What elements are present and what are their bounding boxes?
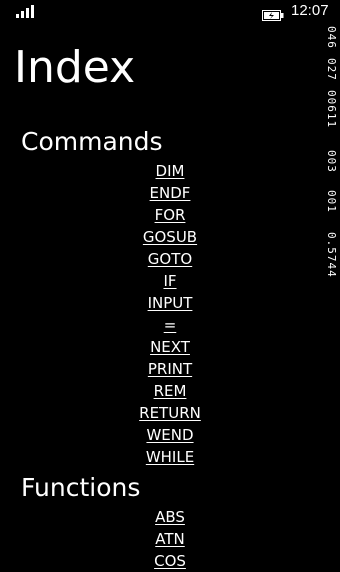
signal-strength-icon: [16, 5, 40, 18]
list-item: DIM: [0, 160, 340, 182]
list-item: WEND: [0, 424, 340, 446]
list-item: FOR: [0, 204, 340, 226]
link-if[interactable]: IF: [163, 272, 176, 290]
battery-charging-icon: [262, 6, 284, 21]
side-counter: 00611: [325, 90, 338, 129]
list-item: WHILE: [0, 446, 340, 468]
link-assign[interactable]: =: [164, 316, 177, 334]
link-cos[interactable]: COS: [154, 552, 186, 570]
list-item: GOTO: [0, 248, 340, 270]
link-rem[interactable]: REM: [154, 382, 187, 400]
list-item: GOSUB: [0, 226, 340, 248]
status-bar: 12:07: [0, 0, 340, 24]
link-goto[interactable]: GOTO: [148, 250, 192, 268]
link-abs[interactable]: ABS: [155, 508, 185, 526]
list-item: =: [0, 314, 340, 336]
side-counter: 046: [325, 26, 338, 49]
link-dim[interactable]: DIM: [156, 162, 185, 180]
link-gosub[interactable]: GOSUB: [143, 228, 197, 246]
list-item: INPUT: [0, 292, 340, 314]
link-while[interactable]: WHILE: [146, 448, 194, 466]
link-next[interactable]: NEXT: [150, 338, 190, 356]
list-item: NEXT: [0, 336, 340, 358]
section-header-functions: Functions: [21, 473, 141, 502]
link-print[interactable]: PRINT: [148, 360, 192, 378]
commands-list: DIM ENDF FOR GOSUB GOTO IF INPUT = NEXT …: [0, 160, 340, 468]
list-item: COS: [0, 550, 340, 572]
functions-list: ABS ATN COS: [0, 506, 340, 572]
link-input[interactable]: INPUT: [148, 294, 193, 312]
link-wend[interactable]: WEND: [146, 426, 193, 444]
side-counter: 027: [325, 58, 338, 81]
list-item: IF: [0, 270, 340, 292]
list-item: ENDF: [0, 182, 340, 204]
list-item: PRINT: [0, 358, 340, 380]
link-atn[interactable]: ATN: [155, 530, 184, 548]
section-header-commands: Commands: [21, 127, 163, 156]
page-title: Index: [14, 42, 136, 93]
link-endf[interactable]: ENDF: [150, 184, 191, 202]
link-return[interactable]: RETURN: [139, 404, 201, 422]
status-clock: 12:07: [291, 2, 329, 19]
list-item: ATN: [0, 528, 340, 550]
list-item: RETURN: [0, 402, 340, 424]
list-item: REM: [0, 380, 340, 402]
list-item: ABS: [0, 506, 340, 528]
link-for[interactable]: FOR: [155, 206, 186, 224]
